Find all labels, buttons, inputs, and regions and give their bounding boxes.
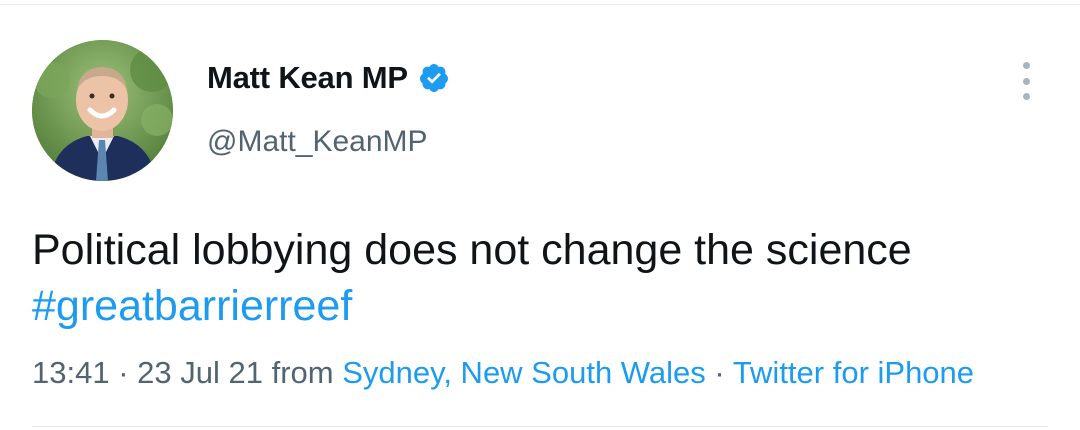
author-name-row[interactable]: Matt Kean MP xyxy=(207,60,450,96)
author-display-name[interactable]: Matt Kean MP xyxy=(207,60,408,96)
verified-badge-icon xyxy=(419,64,448,92)
avatar[interactable] xyxy=(32,40,173,181)
dot-icon xyxy=(1022,62,1030,69)
tweet-body: Political lobbying does not change the s… xyxy=(32,226,912,274)
meta-separator: · xyxy=(714,355,725,390)
location-link[interactable]: Sydney, New South Wales xyxy=(342,355,706,390)
bottom-divider xyxy=(32,426,1048,427)
dot-icon xyxy=(1022,93,1030,100)
more-vertical-icon[interactable] xyxy=(1016,62,1036,100)
tweet-time[interactable]: 13:41 xyxy=(32,355,110,390)
tweet-text: Political lobbying does not change the s… xyxy=(32,222,1048,334)
tweet-meta: 13:41 · 23 Jul 21 from Sydney, New South… xyxy=(32,355,974,391)
source-link[interactable]: Twitter for iPhone xyxy=(733,355,974,390)
dot-icon xyxy=(1022,77,1030,85)
author-handle[interactable]: @Matt_KeanMP xyxy=(207,125,428,159)
top-divider xyxy=(0,4,1080,5)
from-label: from xyxy=(271,355,334,390)
meta-separator: · xyxy=(118,355,129,390)
profile-photo-icon xyxy=(32,40,173,181)
tweet-date[interactable]: 23 Jul 21 xyxy=(137,355,263,390)
hashtag-link[interactable]: #greatbarrierreef xyxy=(32,278,1048,334)
